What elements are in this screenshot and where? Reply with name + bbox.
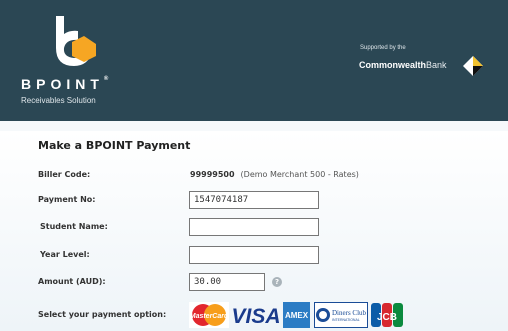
payment-no-input[interactable]: 1547074187 [189,191,319,209]
svg-text:JCB: JCB [377,312,397,323]
biller-code-label: Biller Code: [38,170,91,179]
year-level-input[interactable] [189,246,319,264]
header-divider [0,121,508,131]
amount-input[interactable]: 30.00 [189,273,265,291]
commonwealth-bank-logo: CommonwealthBank [359,60,447,70]
help-icon[interactable]: ? [272,277,282,287]
svg-text:VISA: VISA [233,305,279,328]
svg-text:AMEX: AMEX [285,311,309,320]
bpoint-logo-icon [56,16,96,66]
amount-label: Amount (AUD): [38,277,106,286]
supported-by-text: Supported by the [360,45,406,51]
diners-club-icon[interactable]: Diners Club INTERNATIONAL [314,302,368,328]
commonwealth-bank-diamond-icon [463,56,483,76]
payment-no-label: Payment No: [38,195,96,204]
student-name-label: Student Name: [40,222,108,231]
year-level-label: Year Level: [40,250,90,259]
svg-text:INTERNATIONAL: INTERNATIONAL [332,318,360,322]
jcb-icon[interactable]: JCB [371,302,403,328]
svg-text:Diners Club: Diners Club [332,309,367,317]
amex-icon[interactable]: AMEX [283,302,310,328]
payment-option-label: Select your payment option: [38,310,167,319]
header-banner: BPOINT® Receivables Solution Supported b… [0,0,508,121]
brand-name: BPOINT® [21,76,109,92]
brand-tagline: Receivables Solution [21,96,96,105]
visa-icon[interactable]: VISA [233,302,279,328]
mastercard-icon[interactable]: MasterCard [189,302,229,328]
form-title: Make a BPOINT Payment [38,139,191,152]
svg-text:MasterCard: MasterCard [190,313,229,320]
student-name-input[interactable] [189,218,319,236]
biller-code-value: 99999500 (Demo Merchant 500 - Rates) [190,170,359,179]
